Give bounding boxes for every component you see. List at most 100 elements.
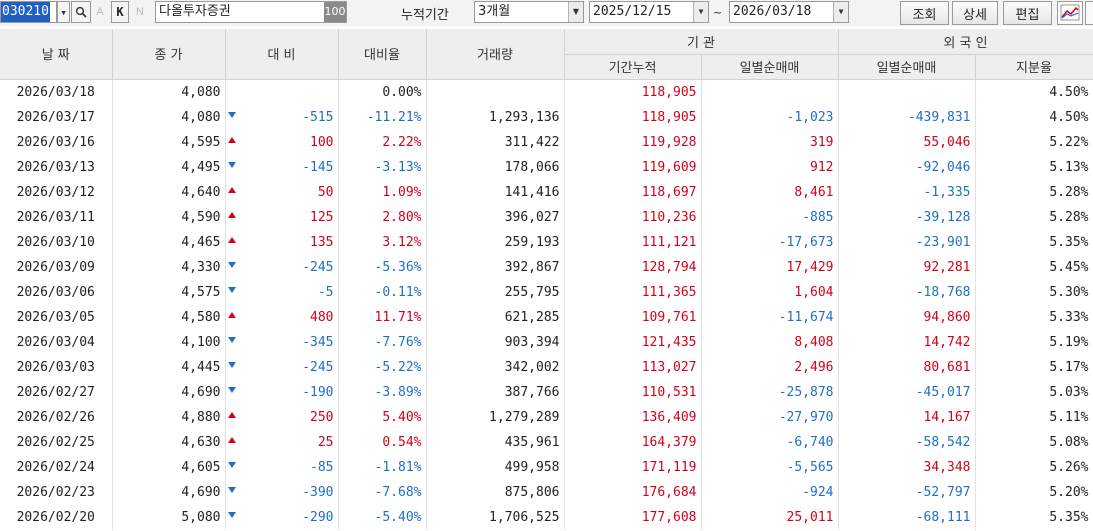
code-dropdown-button[interactable]: ▾ [57, 1, 70, 23]
cell-foreign-ratio: 5.22% [975, 129, 1093, 155]
col-foreign-daily[interactable]: 일별순매매 [838, 54, 976, 80]
cell-inst-daily: -5,565 [701, 454, 839, 480]
down-triangle-icon [227, 461, 236, 468]
col-close[interactable]: 종 가 [112, 29, 226, 80]
cell-change-rate: -11.21% [338, 104, 427, 130]
col-volume[interactable]: 거래량 [426, 29, 565, 80]
cell-date: 2026/03/17 [0, 104, 113, 130]
table-row[interactable]: 2026/03/13 4,495 -145 -3.13% 178,066 119,609 9… [0, 154, 1093, 180]
table-row[interactable]: 2026/02/23 4,690 -390 -7.68% 875,806 176,684-… [0, 479, 1093, 505]
cell-date: 2026/02/20 [0, 504, 113, 530]
table-row[interactable]: 2026/02/25 4,630 25 0.54% 435,961 164,379 -6,7… [0, 429, 1093, 455]
col-group-foreign: 외 국 인 [838, 29, 1093, 55]
calendar-dropdown-icon[interactable]: ▼ [693, 2, 708, 22]
table-row[interactable]: 2026/02/20 5,080 -290 -5.40% 1,706,525 177,60… [0, 504, 1093, 530]
company-name: 다올투자증권 [159, 4, 231, 19]
cell-change-rate: -5.36% [338, 254, 427, 280]
cell-change: -190 [225, 379, 339, 405]
cell-change-value: -5 [317, 284, 334, 300]
cell-inst-cumulative: 111,121 [564, 229, 702, 255]
cell-change: 480 [225, 304, 339, 330]
cell-date: 2026/03/16 [0, 129, 113, 155]
stock-code-input[interactable]: 030210 [0, 1, 57, 23]
table-row[interactable]: 2026/03/11 4,590 125 2.80% 396,027 110,236 -88… [0, 204, 1093, 230]
investor-trading-table: 날 짜 종 가 대 비 대비율 거래량 기 관 외 국 인 기간누적 일별순매매… [0, 29, 1093, 530]
table-row[interactable]: 2026/03/06 4,575 -5 -0.11% 255,795 111,365 1,6… [0, 279, 1093, 305]
cell-inst-cumulative: 121,435 [564, 329, 702, 355]
cell-change-value: -245 [302, 259, 334, 275]
cell-change-rate: 11.71% [338, 304, 427, 330]
cell-change: -290 [225, 504, 339, 530]
cell-inst-daily: -11,674 [701, 304, 839, 330]
table-row[interactable]: 2026/03/17 4,080 -515 -11.21% 1,293,136 118,9… [0, 104, 1093, 130]
cell-inst-daily: 2,496 [701, 354, 839, 380]
cell-volume: 875,806 [426, 479, 565, 505]
cell-change-value: 125 [310, 209, 334, 225]
table-row[interactable]: 2026/03/04 4,100 -345 -7.76% 903,394 121,435 8… [0, 329, 1093, 355]
cell-inst-cumulative: 171,119 [564, 454, 702, 480]
cell-change: -345 [225, 329, 339, 355]
cell-close: 4,605 [112, 454, 226, 480]
cell-foreign-ratio: 5.35% [975, 229, 1093, 255]
up-triangle-icon [227, 436, 236, 443]
up-triangle-icon [227, 236, 236, 243]
cell-foreign-daily: -68,111 [838, 504, 976, 530]
date-to-value: 2026/03/18 [733, 4, 812, 19]
table-row[interactable]: 2026/02/24 4,605 -85 -1.81% 499,958 171,119 -5… [0, 454, 1093, 480]
table-row[interactable]: 2026/03/18 4,080 0.00% 118,905 4.50% [0, 79, 1093, 105]
cell-date: 2026/02/27 [0, 379, 113, 405]
cell-change-value: 100 [310, 134, 334, 150]
cell-change-rate: 0.54% [338, 429, 427, 455]
company-name-field[interactable]: 다올투자증권 100 [155, 1, 347, 23]
cell-inst-cumulative: 177,608 [564, 504, 702, 530]
query-button[interactable]: 조회 [900, 1, 949, 25]
down-triangle-icon [227, 286, 236, 293]
table-row[interactable]: 2026/03/12 4,640 50 1.09% 141,416 118,697 8,46… [0, 179, 1093, 205]
filter-n-button[interactable]: N [133, 3, 147, 21]
period-select[interactable]: 3개월 ▼ [474, 1, 584, 23]
cell-inst-daily: -6,740 [701, 429, 839, 455]
cell-inst-cumulative: 110,531 [564, 379, 702, 405]
cell-volume: 311,422 [426, 129, 565, 155]
table-row[interactable]: 2026/03/05 4,580 480 11.71% 621,285 109,761 -1… [0, 304, 1093, 330]
table-row[interactable]: 2026/03/09 4,330 -245 -5.36% 392,867 128,794 1… [0, 254, 1093, 280]
calendar-dropdown-icon[interactable]: ▼ [833, 2, 848, 22]
table-row[interactable]: 2026/02/27 4,690 -190 -3.89% 387,766 110,531-… [0, 379, 1093, 405]
table-row[interactable]: 2026/03/03 4,445 -245 -5.22% 342,002 113,027 2… [0, 354, 1093, 380]
cell-inst-cumulative: 164,379 [564, 429, 702, 455]
date-to-field[interactable]: 2026/03/18 ▼ [729, 1, 849, 23]
col-change-rate[interactable]: 대비율 [338, 29, 427, 80]
cell-foreign-ratio: 4.50% [975, 104, 1093, 130]
col-inst-cumulative[interactable]: 기간누적 [564, 54, 702, 80]
filter-k-button[interactable]: K [111, 1, 129, 23]
edit-button[interactable]: 편집 [1003, 1, 1052, 25]
line-chart-icon [1060, 4, 1080, 21]
cell-foreign-daily: -39,128 [838, 204, 976, 230]
date-from-field[interactable]: 2025/12/15 ▼ [589, 1, 709, 23]
cell-foreign-ratio: 5.17% [975, 354, 1093, 380]
table-row[interactable]: 2026/02/26 4,880 250 5.40% 1,279,289 136,409-… [0, 404, 1093, 430]
chevron-down-icon[interactable]: ▼ [568, 2, 583, 22]
cell-inst-daily: 912 [701, 154, 839, 180]
cell-change-rate: 1.09% [338, 179, 427, 205]
chart-button[interactable] [1057, 1, 1083, 25]
search-button[interactable] [71, 1, 91, 23]
table-row[interactable]: 2026/03/16 4,595 100 2.22% 311,422 119,928 319… [0, 129, 1093, 155]
col-date[interactable]: 날 짜 [0, 29, 113, 80]
cell-foreign-ratio: 5.28% [975, 204, 1093, 230]
cell-change: 50 [225, 179, 339, 205]
col-foreign-ratio[interactable]: 지분율 [975, 54, 1093, 80]
cell-volume: 255,795 [426, 279, 565, 305]
table-row[interactable]: 2026/03/10 4,465 135 3.12% 259,193 111,121 -17… [0, 229, 1093, 255]
detail-button[interactable]: 상세 [952, 1, 998, 25]
col-change[interactable]: 대 비 [225, 29, 339, 80]
down-triangle-icon [227, 511, 236, 518]
filter-a-button[interactable]: A [93, 3, 107, 21]
cell-change-rate: -0.11% [338, 279, 427, 305]
cell-foreign-ratio: 5.08% [975, 429, 1093, 455]
cell-close: 4,100 [112, 329, 226, 355]
more-button[interactable] [1085, 1, 1093, 25]
stock-code-value: 030210 [1, 2, 50, 22]
col-inst-daily[interactable]: 일별순매매 [701, 54, 839, 80]
cell-volume: 499,958 [426, 454, 565, 480]
